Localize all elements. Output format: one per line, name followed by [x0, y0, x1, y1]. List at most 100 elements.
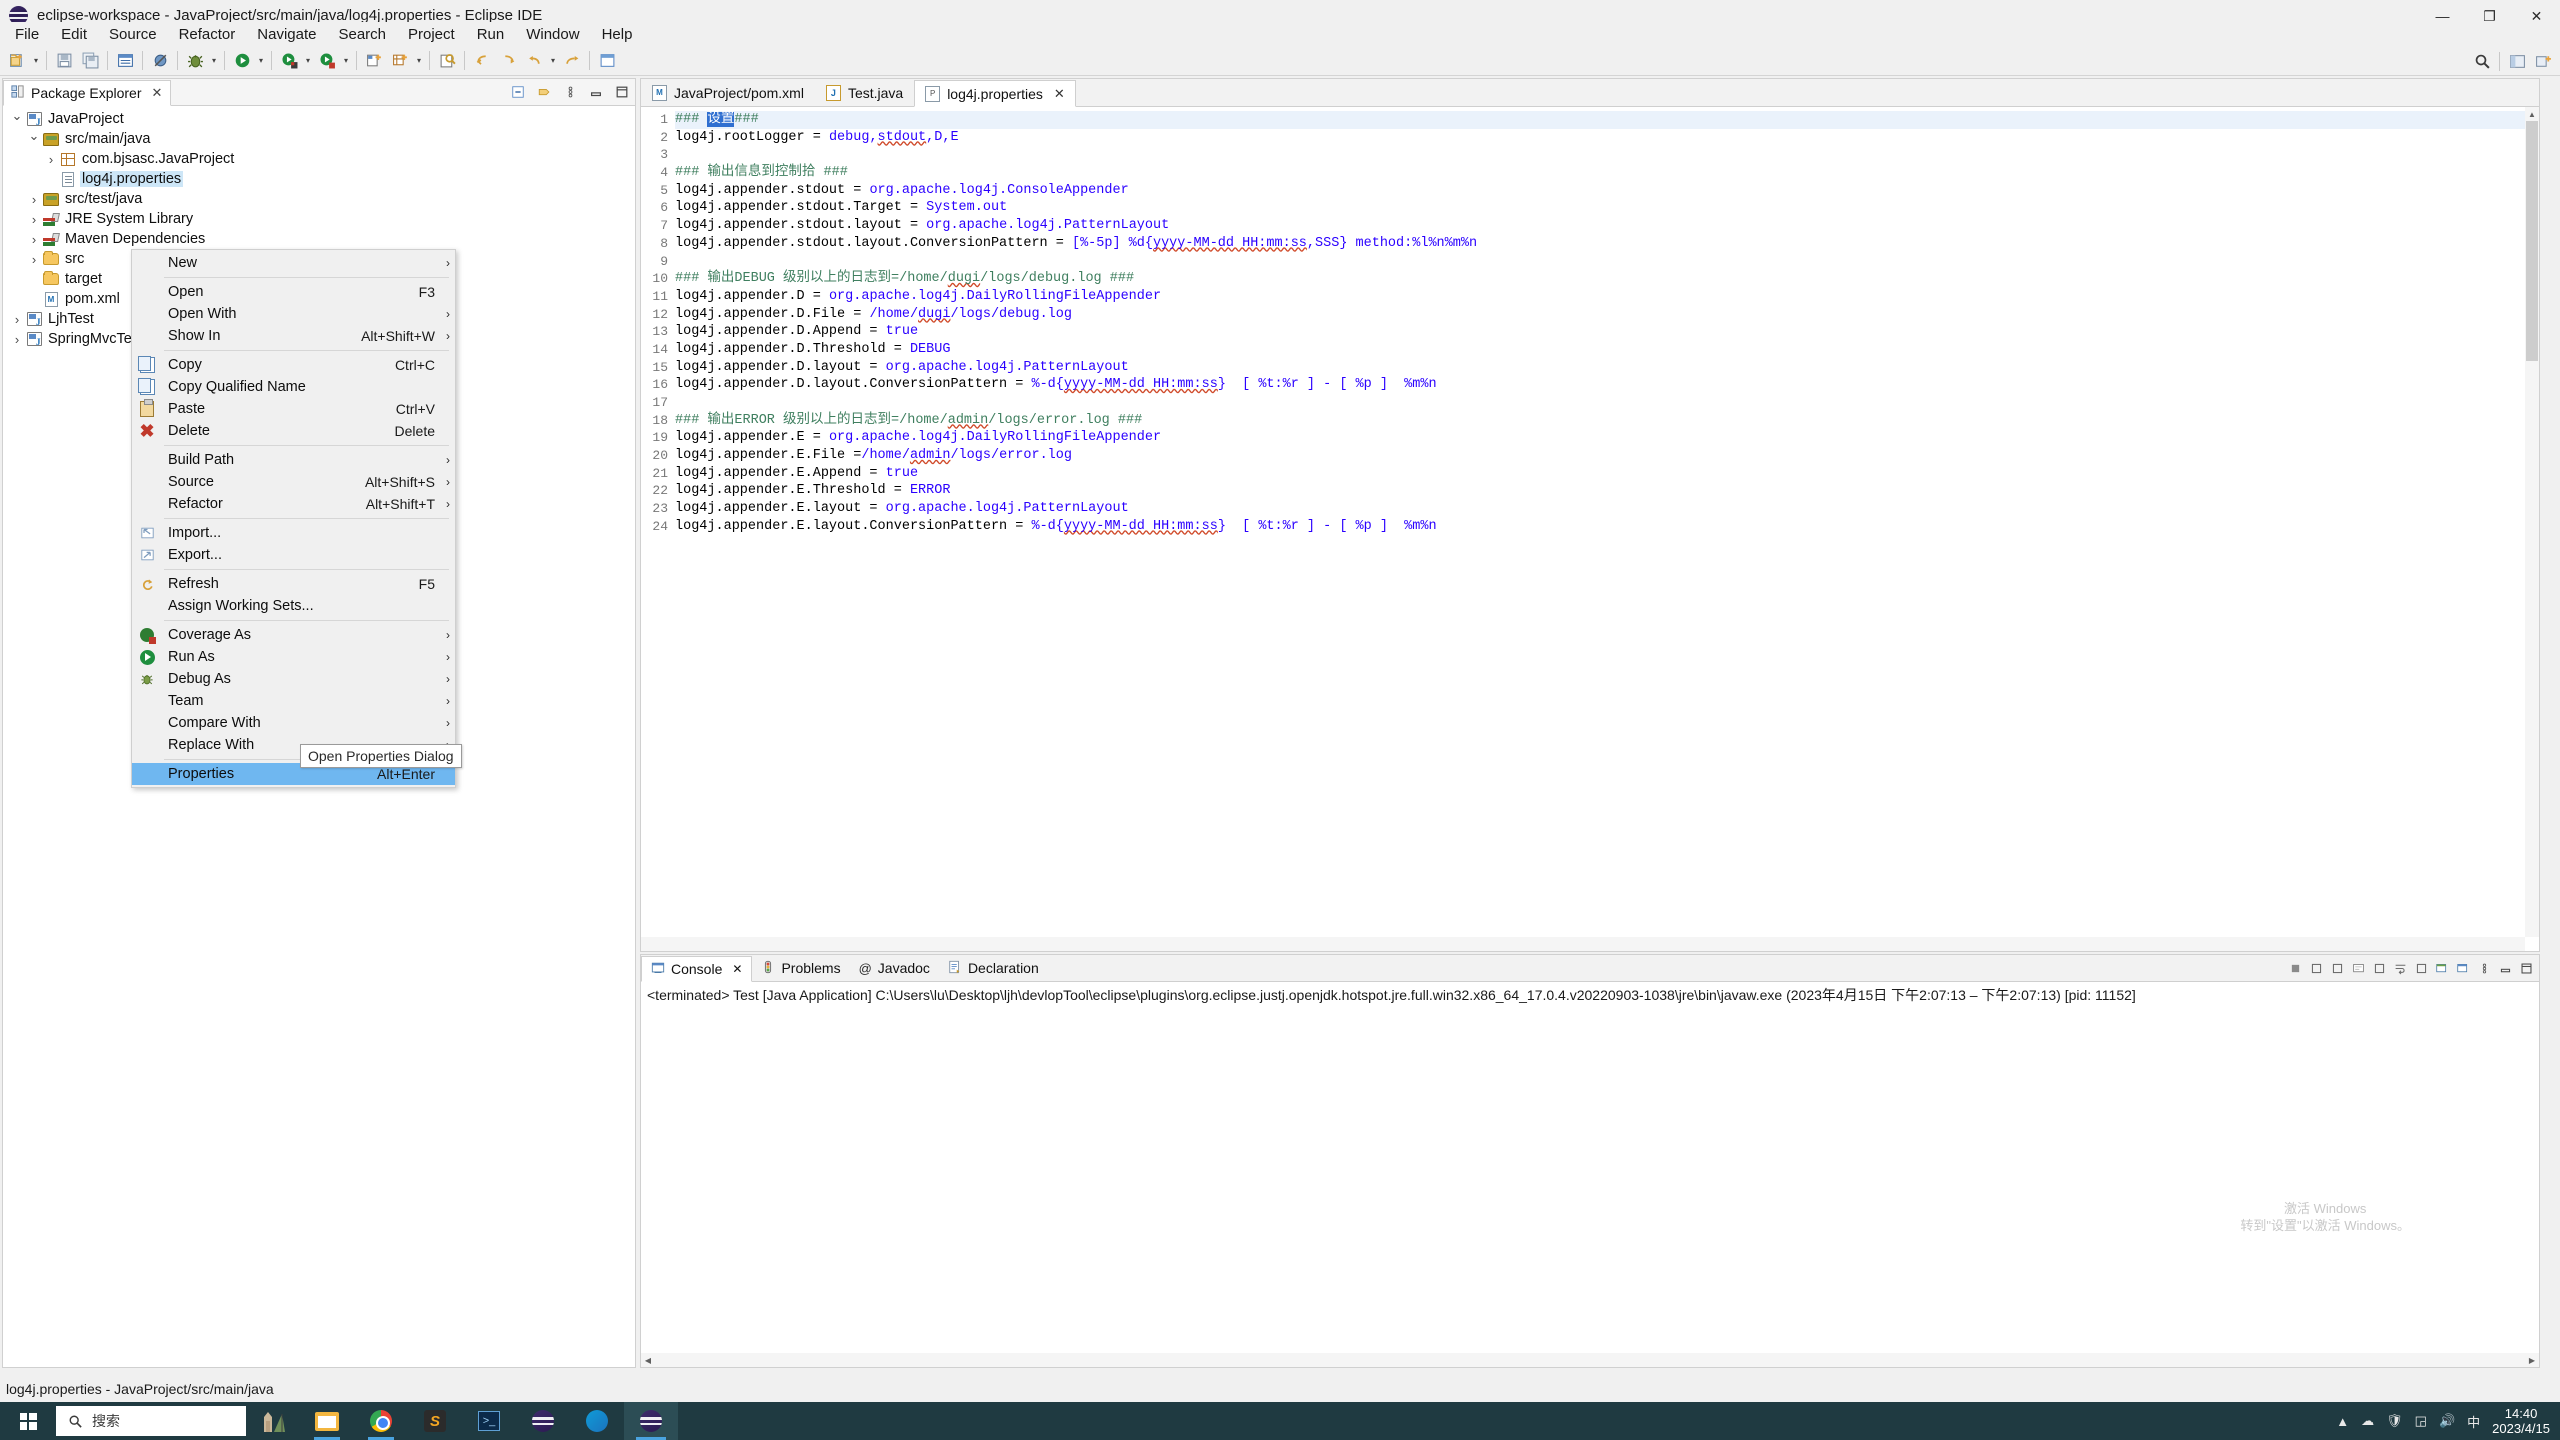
- link-with-editor-icon[interactable]: [535, 83, 553, 101]
- maximize-icon[interactable]: [613, 83, 631, 101]
- tree-item-com-bjsasc-javaproject[interactable]: com.bjsasc.JavaProject: [3, 149, 635, 169]
- editor-tab-log4j-properties[interactable]: Plog4j.properties ✕: [914, 80, 1076, 107]
- scroll-up-icon[interactable]: ▲: [2525, 107, 2539, 121]
- close-icon[interactable]: ✕: [152, 85, 163, 101]
- run-last-icon[interactable]: [314, 48, 340, 74]
- console-tab-console[interactable]: Console ✕: [641, 956, 753, 982]
- menu-edit[interactable]: Edit: [50, 24, 98, 46]
- pin-console-icon[interactable]: [2412, 959, 2430, 977]
- context-menu-item-open-with[interactable]: Open With ›: [132, 303, 455, 325]
- context-menu-item-refresh[interactable]: Refresh F5: [132, 573, 455, 595]
- start-icon[interactable]: [0, 1402, 56, 1440]
- tree-item-src-main-java[interactable]: src/main/java: [3, 129, 635, 149]
- context-menu-item-new[interactable]: New ›: [132, 252, 455, 274]
- save-icon[interactable]: [51, 48, 77, 74]
- context-menu-item-import[interactable]: Import...: [132, 522, 455, 544]
- code-line[interactable]: log4j.appender.stdout.layout.ConversionP…: [675, 235, 2539, 253]
- eclipse-icon[interactable]: [516, 1402, 570, 1440]
- context-menu[interactable]: New › Open F3 Open With › Show In Alt+Shift+W › C…: [131, 249, 456, 788]
- properties-view-icon[interactable]: [112, 48, 138, 74]
- coverage-dropdown-icon[interactable]: ▾: [302, 48, 314, 74]
- editor-tab-javaproject-pom-xml[interactable]: M JavaProject/pom.xml: [641, 79, 815, 106]
- context-menu-item-team[interactable]: Team ›: [132, 690, 455, 712]
- debug-dropdown-icon[interactable]: ▾: [208, 48, 220, 74]
- open-task-icon[interactable]: [594, 48, 620, 74]
- shield-icon[interactable]: 🛡: [2386, 1413, 2403, 1429]
- tree-expand-closed-icon[interactable]: [43, 152, 59, 167]
- context-menu-item-paste[interactable]: Paste Ctrl+V: [132, 398, 455, 420]
- close-icon[interactable]: ✕: [1054, 86, 1065, 102]
- scrollbar-thumb[interactable]: [2526, 121, 2538, 361]
- code-line[interactable]: ### 输出信息到控制拾 ###: [675, 164, 2539, 182]
- forward-icon[interactable]: [495, 48, 521, 74]
- code-line[interactable]: log4j.appender.D = org.apache.log4j.Dail…: [675, 288, 2539, 306]
- code-line[interactable]: log4j.appender.E.Append = true: [675, 465, 2539, 483]
- tree-expand-closed-icon[interactable]: [9, 332, 25, 347]
- network-icon[interactable]: ◲: [2415, 1413, 2427, 1429]
- context-menu-item-assign-working-sets[interactable]: Assign Working Sets...: [132, 595, 455, 617]
- code-line[interactable]: log4j.appender.E.layout = org.apache.log…: [675, 500, 2539, 518]
- code-line[interactable]: log4j.appender.D.layout.ConversionPatter…: [675, 376, 2539, 394]
- new-wizard-icon[interactable]: [4, 48, 30, 74]
- code-line[interactable]: log4j.appender.D.Threshold = DEBUG: [675, 341, 2539, 359]
- console-tab-javadoc[interactable]: @ Javadoc: [850, 955, 939, 981]
- skip-breakpoints-icon[interactable]: [147, 48, 173, 74]
- terminate-icon[interactable]: [2286, 959, 2304, 977]
- sublime-icon[interactable]: S: [408, 1402, 462, 1440]
- console-tab-declaration[interactable]: Declaration: [939, 955, 1048, 981]
- code-line[interactable]: ### 设置###: [675, 111, 2539, 129]
- menu-run[interactable]: Run: [466, 24, 516, 46]
- view-menu-icon[interactable]: [2475, 959, 2493, 977]
- editor-body[interactable]: 1 2 3 4 5 6 7 8 9 10 11 12 13 14 15 16 17 18 19 20 21 22 23 24 …: [641, 107, 2539, 951]
- tree-expand-closed-icon[interactable]: [26, 192, 42, 207]
- undo-icon[interactable]: [521, 48, 547, 74]
- code-line[interactable]: log4j.appender.E.File =/home/admin/logs/…: [675, 447, 2539, 465]
- save-all-icon[interactable]: [77, 48, 103, 74]
- scroll-lock-icon[interactable]: [2370, 959, 2388, 977]
- code-line[interactable]: log4j.appender.D.Append = true: [675, 323, 2539, 341]
- new-wizard-dropdown-icon[interactable]: ▾: [30, 48, 42, 74]
- menu-search[interactable]: Search: [327, 24, 397, 46]
- code-line[interactable]: log4j.appender.D.layout = org.apache.log…: [675, 359, 2539, 377]
- code-line[interactable]: log4j.appender.D.File = /home/dugi/logs/…: [675, 306, 2539, 324]
- run-last-dropdown-icon[interactable]: ▾: [340, 48, 352, 74]
- tree-item-javaproject[interactable]: JavaProject: [3, 109, 635, 129]
- context-menu-item-build-path[interactable]: Build Path ›: [132, 449, 455, 471]
- context-menu-item-delete[interactable]: ✖ Delete Delete: [132, 420, 455, 442]
- new-package-dropdown-icon[interactable]: ▾: [413, 48, 425, 74]
- context-menu-item-show-in[interactable]: Show In Alt+Shift+W ›: [132, 325, 455, 347]
- context-menu-item-coverage-as[interactable]: Coverage As ›: [132, 624, 455, 646]
- code-line[interactable]: [675, 394, 2539, 412]
- menu-navigate[interactable]: Navigate: [246, 24, 327, 46]
- code-line[interactable]: log4j.appender.stdout.layout = org.apach…: [675, 217, 2539, 235]
- tree-expand-open-icon[interactable]: [26, 131, 42, 147]
- minimize-icon[interactable]: [587, 83, 605, 101]
- open-console-icon[interactable]: [2454, 959, 2472, 977]
- tree-expand-closed-icon[interactable]: [9, 312, 25, 327]
- perspective-add-icon[interactable]: [2530, 48, 2556, 74]
- context-menu-item-run-as[interactable]: Run As ›: [132, 646, 455, 668]
- context-menu-item-debug-as[interactable]: Debug As ›: [132, 668, 455, 690]
- weather-widget-icon[interactable]: [246, 1402, 300, 1440]
- tree-item-jre-system-library[interactable]: JRE System Library: [3, 209, 635, 229]
- tree-expand-open-icon[interactable]: [9, 111, 25, 127]
- new-package-icon[interactable]: [387, 48, 413, 74]
- context-menu-item-export[interactable]: Export...: [132, 544, 455, 566]
- context-menu-item-compare-with[interactable]: Compare With ›: [132, 712, 455, 734]
- remove-launch-icon[interactable]: [2307, 959, 2325, 977]
- run-icon[interactable]: [229, 48, 255, 74]
- menu-project[interactable]: Project: [397, 24, 466, 46]
- taskbar-clock[interactable]: 14:40 2023/4/15: [2492, 1406, 2550, 1436]
- remove-all-icon[interactable]: [2328, 959, 2346, 977]
- tree-expand-closed-icon[interactable]: [26, 212, 42, 227]
- search-icon[interactable]: [2469, 48, 2495, 74]
- coverage-icon[interactable]: [276, 48, 302, 74]
- run-dropdown-icon[interactable]: ▾: [255, 48, 267, 74]
- open-type-icon[interactable]: [434, 48, 460, 74]
- clear-console-icon[interactable]: [2349, 959, 2367, 977]
- tree-expand-closed-icon[interactable]: [26, 252, 42, 267]
- console-horizontal-scrollbar[interactable]: ◀ ▶: [641, 1353, 2539, 1367]
- collapse-all-icon[interactable]: [509, 83, 527, 101]
- display-selected-icon[interactable]: [2433, 959, 2451, 977]
- powershell-icon[interactable]: >_: [462, 1402, 516, 1440]
